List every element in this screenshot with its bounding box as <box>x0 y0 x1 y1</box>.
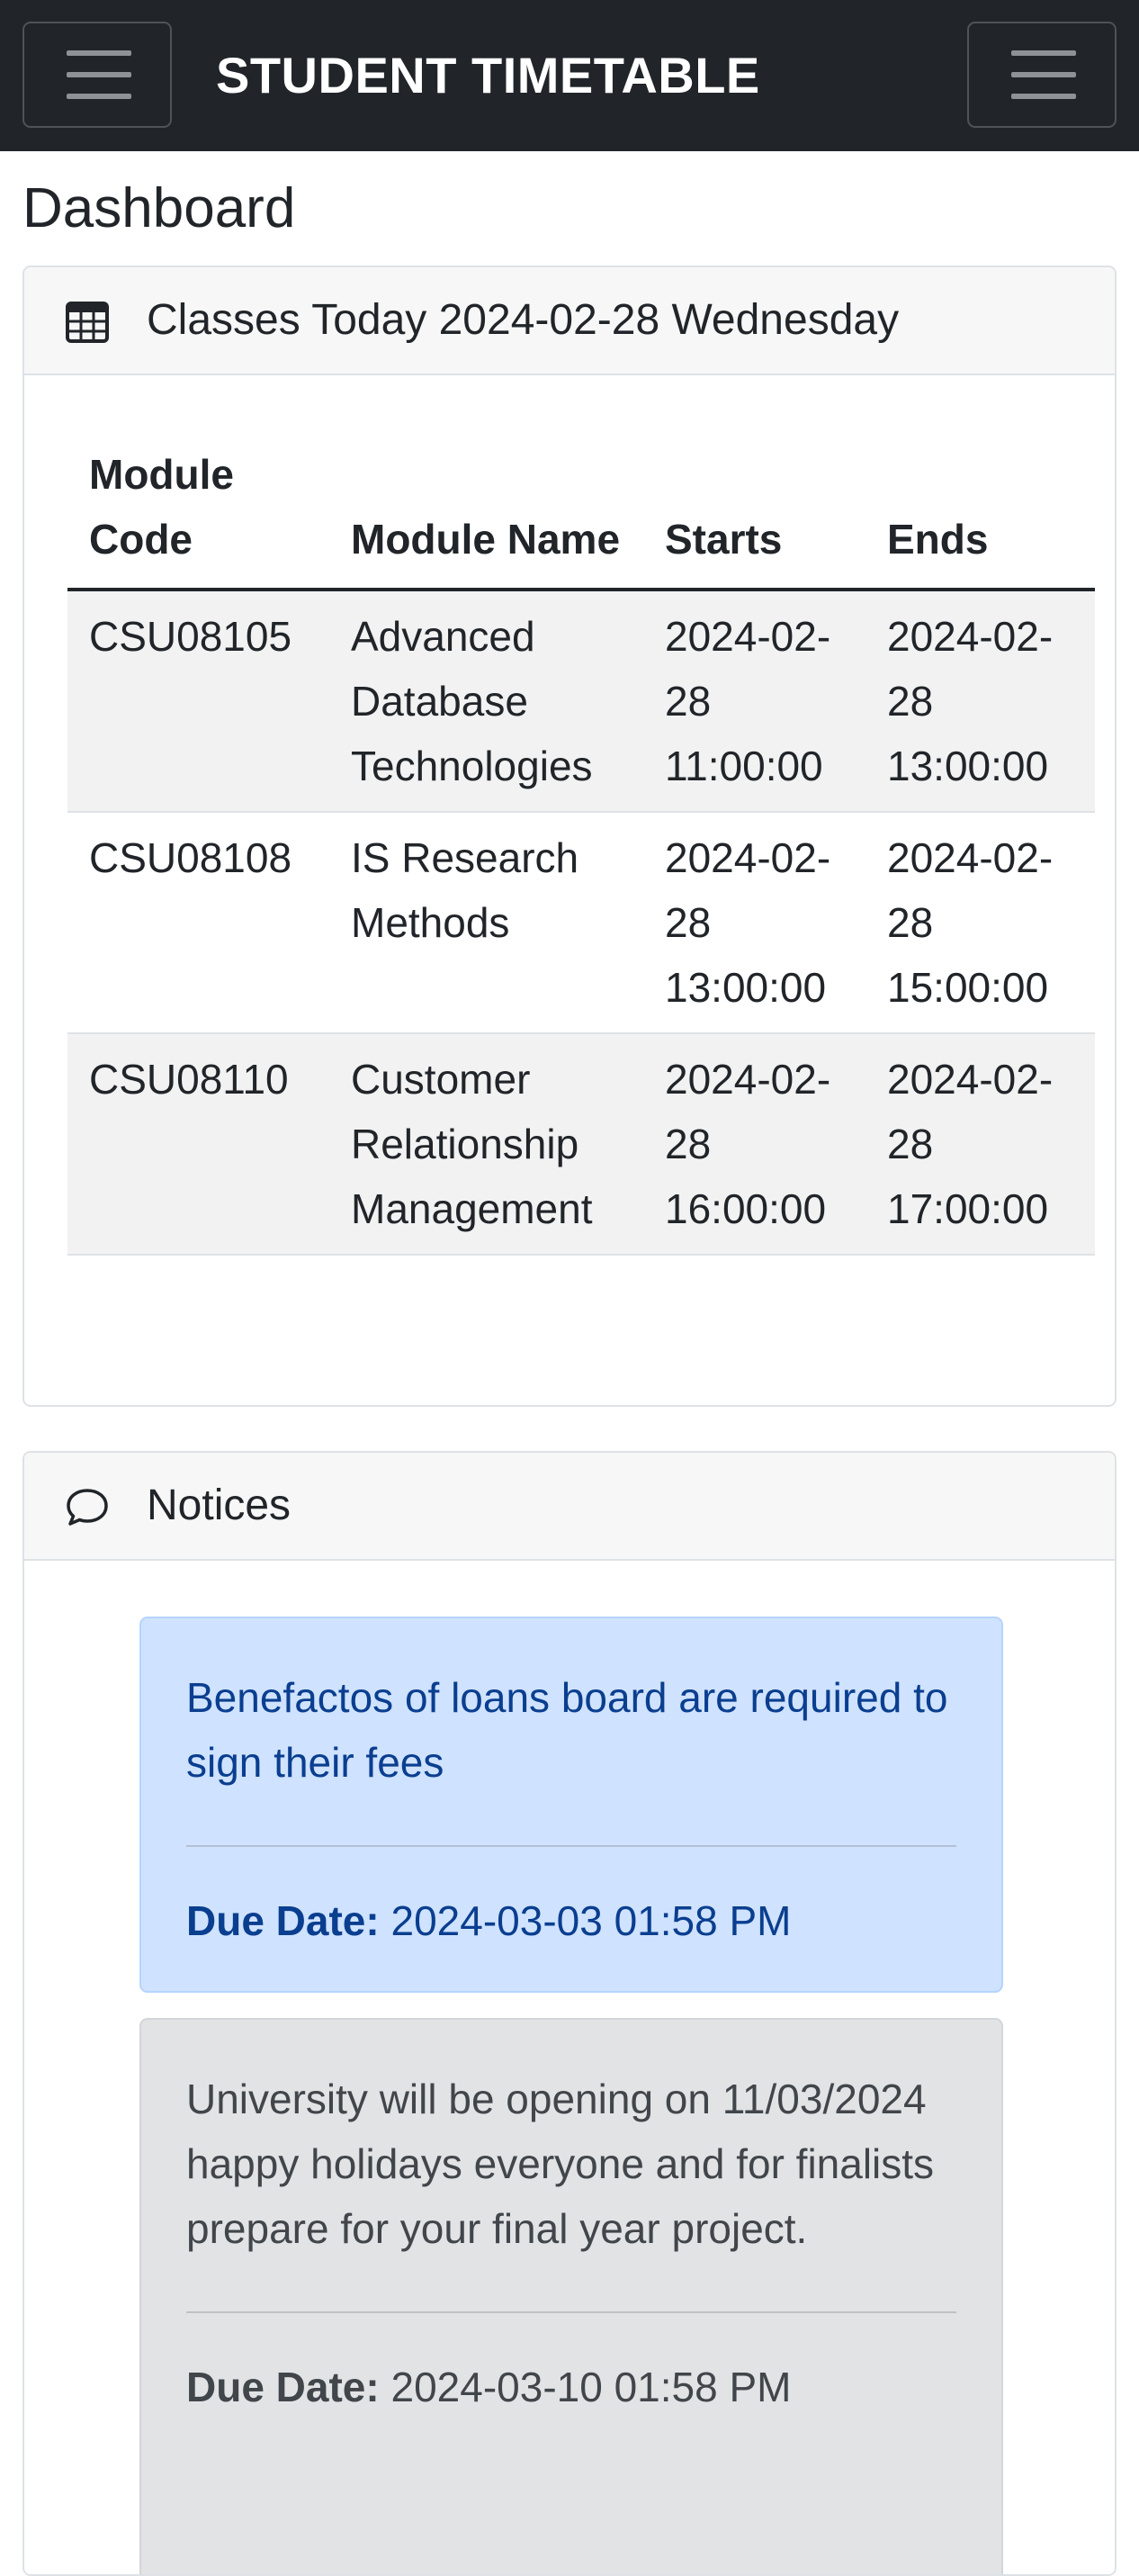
hamburger-menu-icon <box>1011 50 1076 56</box>
notice-due-line: Due Date: 2024-03-03 01:58 PM <box>186 1888 956 1953</box>
starts-cell: 2024-02-28 11:00:00 <box>643 590 865 813</box>
classes-table: Module Code Module Name Starts Ends CSU0… <box>67 428 1095 1256</box>
notice-alert-secondary: University will be opening on 11/03/2024… <box>139 2018 1003 2574</box>
module-name-cell: IS Research Methods <box>329 812 643 1034</box>
hamburger-menu-icon-bar <box>67 94 131 99</box>
ends-cell: 2024-02-28 15:00:00 <box>865 812 1095 1034</box>
due-date-value: 2024-03-03 01:58 PM <box>390 1897 792 1944</box>
table-row: CSU08108 IS Research Methods 2024-02-28 … <box>67 812 1095 1034</box>
table-grid-icon <box>66 302 109 343</box>
column-header-starts: Starts <box>643 428 865 591</box>
classes-card-title: Classes Today 2024-02-28 Wednesday <box>147 296 900 344</box>
top-navbar: STUDENT TIMETABLE <box>0 0 1139 151</box>
left-menu-toggle-button[interactable] <box>22 22 172 128</box>
module-code-cell: CSU08110 <box>67 1033 329 1256</box>
hamburger-menu-icon-bar <box>67 72 131 77</box>
hamburger-menu-icon <box>67 50 131 56</box>
table-header-row: Module Code Module Name Starts Ends <box>67 428 1095 591</box>
starts-cell: 2024-02-28 13:00:00 <box>643 812 865 1034</box>
chat-bubble-icon <box>67 1489 108 1526</box>
hamburger-menu-icon-bar <box>1011 72 1076 77</box>
notice-alert-info: Benefactos of loans board are required t… <box>139 1617 1003 1993</box>
ends-cell: 2024-02-28 13:00:00 <box>865 590 1095 813</box>
notices-card-header: Notices <box>24 1453 1115 1561</box>
classes-card-header: Classes Today 2024-02-28 Wednesday <box>24 267 1115 375</box>
table-row: CSU08105 Advanced Database Technologies … <box>67 590 1095 813</box>
notice-divider <box>186 1845 956 1847</box>
notices-card: Notices Benefactos of loans board are re… <box>22 1451 1117 2576</box>
notice-divider <box>186 2311 956 2313</box>
due-date-label: Due Date: <box>186 1897 380 1944</box>
starts-cell: 2024-02-28 16:00:00 <box>643 1033 865 1256</box>
hamburger-menu-icon-bar <box>1011 94 1076 99</box>
notice-due-line: Due Date: 2024-03-10 01:58 PM <box>186 2355 956 2419</box>
due-date-value: 2024-03-10 01:58 PM <box>390 2364 792 2410</box>
ends-cell: 2024-02-28 17:00:00 <box>865 1033 1095 1256</box>
right-menu-toggle-button[interactable] <box>967 22 1117 128</box>
navbar-brand[interactable]: STUDENT TIMETABLE <box>216 41 760 110</box>
module-name-cell: Advanced Database Technologies <box>329 590 643 813</box>
notices-card-title: Notices <box>147 1482 291 1529</box>
table-row: CSU08110 Customer Relationship Managemen… <box>67 1033 1095 1256</box>
classes-today-card: Classes Today 2024-02-28 Wednesday Modul… <box>22 266 1117 1407</box>
module-code-cell: CSU08108 <box>67 812 329 1034</box>
module-code-cell: CSU08105 <box>67 590 329 813</box>
column-header-ends: Ends <box>865 428 1095 591</box>
notice-text: University will be opening on 11/03/2024… <box>186 2076 935 2252</box>
page-title: Dashboard <box>22 177 296 239</box>
column-header-module-code: Module Code <box>67 428 329 591</box>
module-name-cell: Customer Relationship Management <box>329 1033 643 1256</box>
notice-text: Benefactos of loans board are required t… <box>186 1674 948 1786</box>
column-header-module-name: Module Name <box>329 428 643 591</box>
due-date-label: Due Date: <box>186 2364 380 2410</box>
